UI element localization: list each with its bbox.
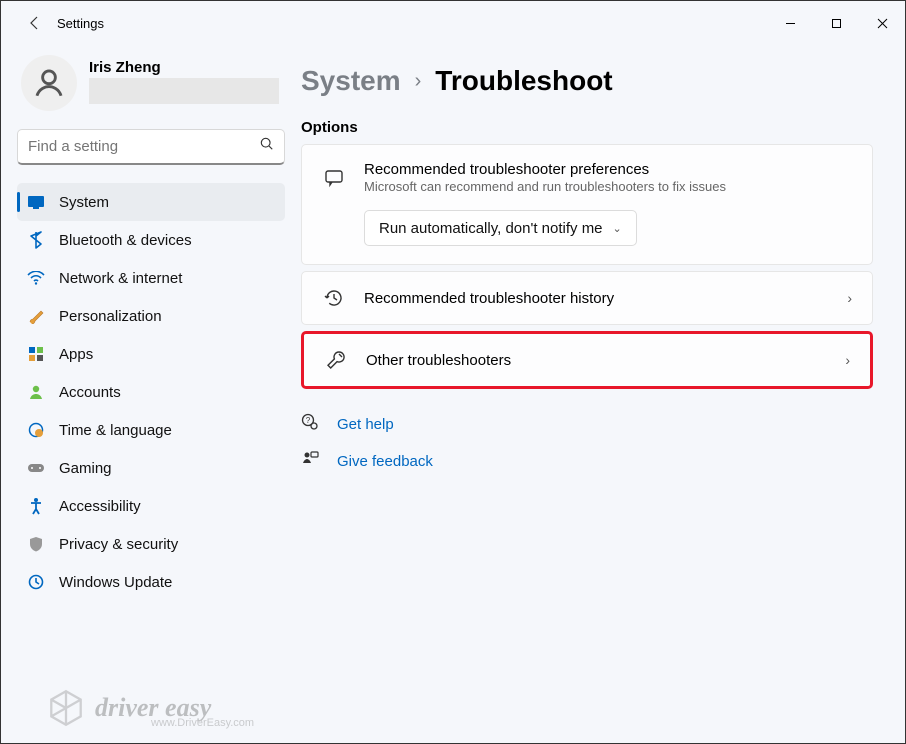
troubleshooter-preference-dropdown[interactable]: Run automatically, don't notify me ⌄ <box>364 210 637 246</box>
card-subtitle: Microsoft can recommend and run troubles… <box>364 179 852 194</box>
maximize-button[interactable] <box>813 7 859 39</box>
get-help-row[interactable]: ? Get help <box>301 413 873 436</box>
watermark: driver easy www.DriverEasy.com <box>45 687 211 729</box>
nav-label: System <box>59 194 109 211</box>
wifi-icon <box>27 271 45 285</box>
profile-email-redacted <box>89 78 279 104</box>
card-recommended-preferences: Recommended troubleshooter preferences M… <box>301 144 873 265</box>
window-controls <box>767 7 905 39</box>
accessibility-icon <box>27 497 45 515</box>
history-icon <box>322 288 346 308</box>
close-button[interactable] <box>859 7 905 39</box>
update-icon <box>27 574 45 590</box>
chat-icon <box>322 168 346 188</box>
nav-item-system[interactable]: System <box>17 183 285 221</box>
svg-text:?: ? <box>306 416 311 425</box>
chevron-down-icon: ⌄ <box>613 222 622 235</box>
watermark-url: www.DriverEasy.com <box>151 717 254 729</box>
card-troubleshooter-history[interactable]: Recommended troubleshooter history › <box>301 271 873 325</box>
card-title: Recommended troubleshooter history <box>364 290 829 307</box>
titlebar: Settings <box>1 1 905 45</box>
card-title: Recommended troubleshooter preferences <box>364 161 852 178</box>
minimize-button[interactable] <box>767 7 813 39</box>
section-label-options: Options <box>301 119 873 136</box>
avatar <box>21 55 77 111</box>
feedback-icon <box>301 450 321 473</box>
nav-label: Apps <box>59 346 93 363</box>
breadcrumb-parent[interactable]: System <box>301 65 401 97</box>
nav-label: Time & language <box>59 422 172 439</box>
profile-name: Iris Zheng <box>89 59 279 76</box>
card-other-troubleshooters[interactable]: Other troubleshooters › <box>301 331 873 389</box>
nav-label: Privacy & security <box>59 536 178 553</box>
app-title: Settings <box>57 16 104 31</box>
nav-item-network[interactable]: Network & internet <box>17 259 285 297</box>
sidebar: Iris Zheng System Bluetooth & devices Ne… <box>1 45 301 743</box>
breadcrumb: System › Troubleshoot <box>301 65 873 97</box>
nav-label: Bluetooth & devices <box>59 232 192 249</box>
search-box[interactable] <box>17 129 285 165</box>
nav-list: System Bluetooth & devices Network & int… <box>17 183 285 601</box>
nav-label: Accounts <box>59 384 121 401</box>
breadcrumb-separator: › <box>415 70 422 93</box>
nav-item-time[interactable]: Time & language <box>17 411 285 449</box>
nav-item-accounts[interactable]: Accounts <box>17 373 285 411</box>
breadcrumb-current: Troubleshoot <box>435 65 612 97</box>
nav-label: Personalization <box>59 308 162 325</box>
watermark-logo-icon <box>45 687 87 729</box>
dropdown-value: Run automatically, don't notify me <box>379 220 603 237</box>
nav-item-update[interactable]: Windows Update <box>17 563 285 601</box>
system-icon <box>27 195 45 209</box>
settings-window: Settings Iris Zheng System <box>0 0 906 744</box>
nav-item-bluetooth[interactable]: Bluetooth & devices <box>17 221 285 259</box>
nav-item-privacy[interactable]: Privacy & security <box>17 525 285 563</box>
main-content: System › Troubleshoot Options Recommende… <box>301 45 905 743</box>
apps-icon <box>27 346 45 362</box>
give-feedback-row[interactable]: Give feedback <box>301 450 873 473</box>
search-icon <box>260 137 274 156</box>
nav-label: Accessibility <box>59 498 141 515</box>
profile[interactable]: Iris Zheng <box>17 55 285 111</box>
get-help-link[interactable]: Get help <box>337 416 394 433</box>
card-title: Other troubleshooters <box>366 352 827 369</box>
person-icon <box>27 384 45 400</box>
nav-item-apps[interactable]: Apps <box>17 335 285 373</box>
nav-label: Network & internet <box>59 270 182 287</box>
brush-icon <box>27 308 45 324</box>
nav-item-gaming[interactable]: Gaming <box>17 449 285 487</box>
shield-icon <box>27 536 45 552</box>
nav-label: Gaming <box>59 460 112 477</box>
clock-globe-icon <box>27 422 45 438</box>
nav-item-accessibility[interactable]: Accessibility <box>17 487 285 525</box>
nav-label: Windows Update <box>59 574 172 591</box>
gamepad-icon <box>27 462 45 474</box>
wrench-icon <box>324 350 348 370</box>
footer-links: ? Get help Give feedback <box>301 413 873 473</box>
back-button[interactable] <box>15 3 55 43</box>
help-icon: ? <box>301 413 321 436</box>
nav-item-personalization[interactable]: Personalization <box>17 297 285 335</box>
chevron-right-icon: › <box>847 290 852 306</box>
give-feedback-link[interactable]: Give feedback <box>337 453 433 470</box>
chevron-right-icon: › <box>845 352 850 368</box>
search-input[interactable] <box>28 138 260 155</box>
bluetooth-icon <box>27 231 45 249</box>
